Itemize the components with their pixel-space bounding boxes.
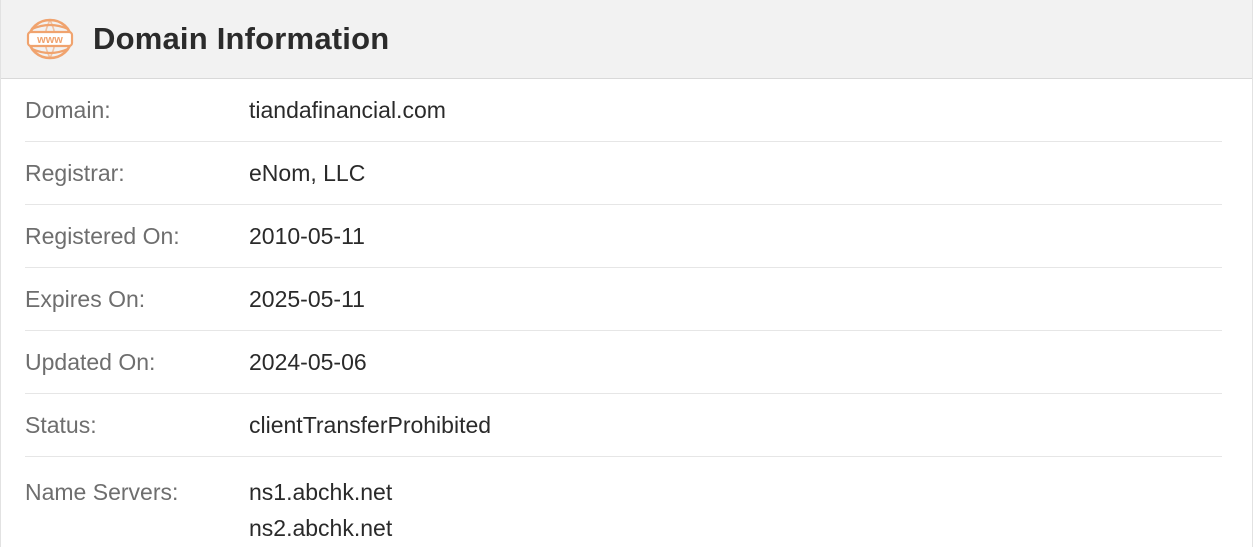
row-value: 2024-05-06 — [249, 348, 367, 375]
info-row-expires-on: Expires On: 2025-05-11 — [25, 268, 1222, 331]
info-row-updated-on: Updated On: 2024-05-06 — [25, 331, 1222, 394]
row-label: Domain: — [25, 96, 111, 123]
name-server: ns2.abchk.net — [249, 515, 393, 541]
info-row-status: Status: clientTransferProhibited — [25, 394, 1222, 457]
row-value: 2025-05-11 — [249, 285, 365, 312]
domain-info-table: Domain: tiandafinancial.com Registrar: e… — [25, 79, 1222, 546]
row-value: tiandafinancial.com — [249, 96, 446, 123]
info-row-registrar: Registrar: eNom, LLC — [25, 142, 1222, 205]
svg-text:www: www — [36, 34, 63, 46]
info-row-domain: Domain: tiandafinancial.com — [25, 79, 1222, 142]
name-server: ns1.abchk.net — [249, 479, 393, 505]
row-label: Name Servers: — [25, 479, 179, 505]
domain-information-panel: www Domain Information Domain: tiandafin… — [0, 0, 1253, 547]
row-label: Registered On: — [25, 222, 180, 249]
row-value: eNom, LLC — [249, 159, 366, 186]
www-globe-icon: www — [26, 17, 74, 61]
row-value: 2010-05-11 — [249, 222, 365, 249]
panel-header: www Domain Information — [1, 0, 1252, 79]
row-label: Status: — [25, 411, 97, 438]
row-label: Registrar: — [25, 159, 125, 186]
info-row-registered-on: Registered On: 2010-05-11 — [25, 205, 1222, 268]
row-label: Expires On: — [25, 285, 146, 312]
name-server-list: ns1.abchk.net ns2.abchk.net — [249, 474, 392, 546]
row-label: Updated On: — [25, 348, 156, 375]
row-value: clientTransferProhibited — [249, 411, 492, 438]
info-row-name-servers: Name Servers: ns1.abchk.net ns2.abchk.ne… — [25, 457, 1222, 546]
page-title: Domain Information — [93, 21, 390, 56]
